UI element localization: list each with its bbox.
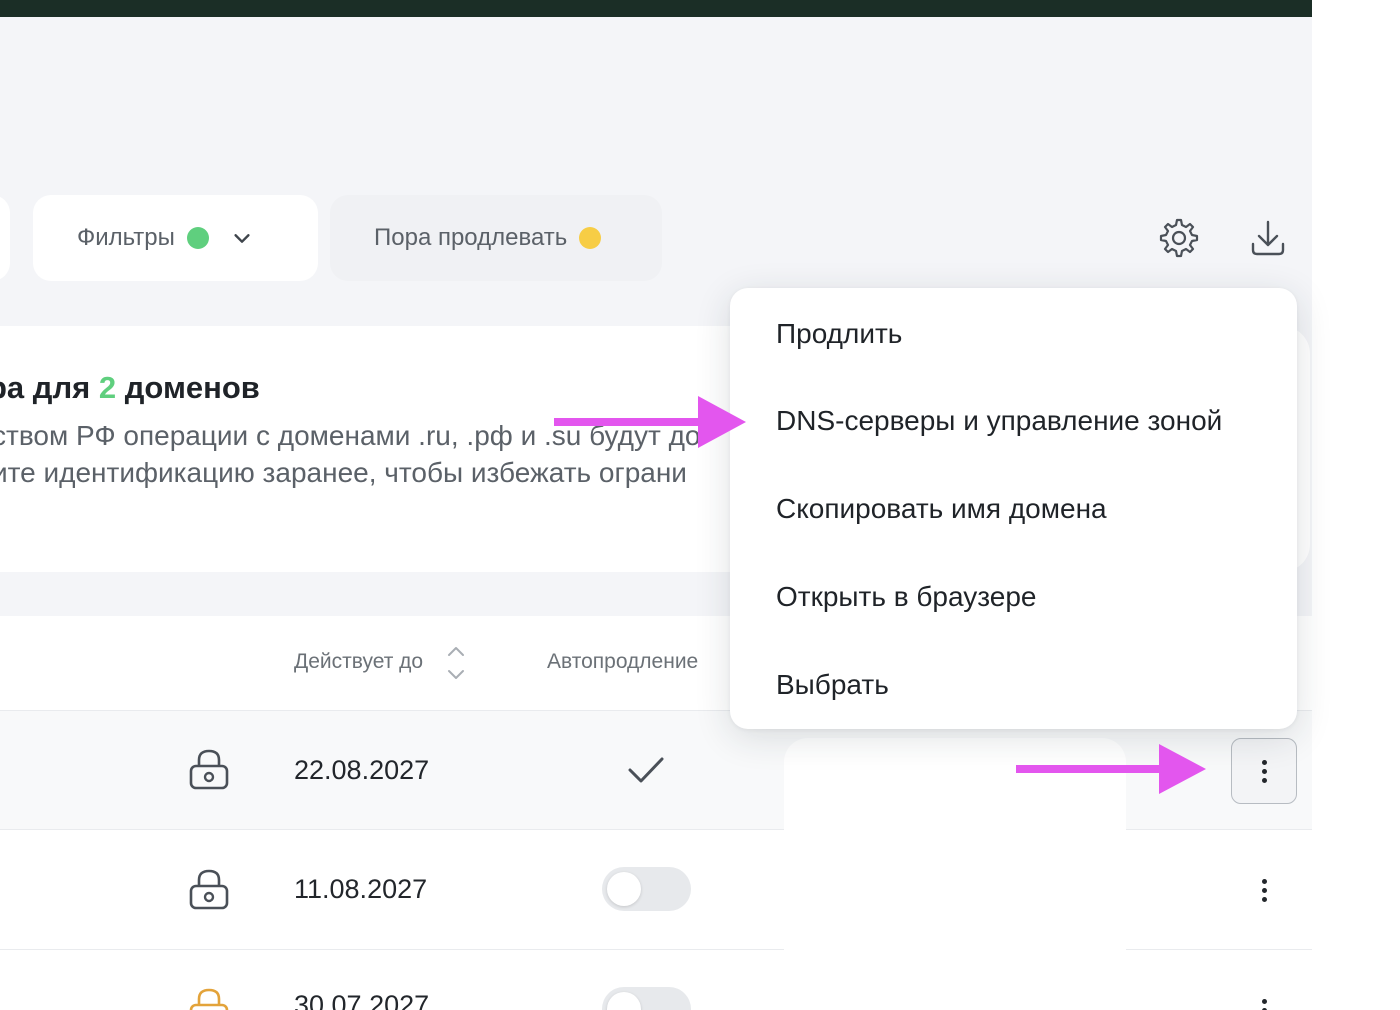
filters-button[interactable]: Фильтры	[33, 195, 318, 281]
more-actions-button[interactable]	[1231, 857, 1297, 923]
more-vertical-icon	[1261, 759, 1267, 783]
more-vertical-icon	[1261, 878, 1267, 902]
column-header-valid-until[interactable]: Действует до	[294, 650, 423, 674]
banner-title-prefix: ра для	[0, 370, 91, 405]
top-bar	[0, 0, 1312, 17]
chevron-down-icon	[234, 234, 250, 243]
more-actions-button[interactable]	[1231, 977, 1297, 1010]
arrow-right-icon	[554, 396, 746, 448]
more-actions-button-active[interactable]	[1231, 738, 1297, 804]
banner-title-count: 2	[98, 370, 117, 405]
autorenew-toggle[interactable]	[602, 987, 691, 1010]
toggle-knob	[607, 872, 641, 906]
autorenew-toggle[interactable]	[602, 867, 691, 911]
right-blank-strip	[1312, 0, 1400, 1010]
lock-open-icon	[189, 988, 229, 1010]
context-menu: Продлить DNS-серверы и управление зоной …	[730, 288, 1297, 729]
filters-label: Фильтры	[77, 224, 175, 251]
row-1-date: 22.08.2027	[294, 755, 430, 785]
toolbar-pill-cut[interactable]	[0, 195, 10, 281]
menu-item-dns[interactable]: DNS-серверы и управление зоной	[776, 405, 1222, 437]
check-icon	[628, 757, 664, 783]
download-icon[interactable]	[1246, 216, 1290, 260]
banner-title-suffix: доменов	[116, 370, 260, 405]
row-2-date: 11.08.2027	[294, 874, 428, 904]
sort-icon[interactable]	[446, 644, 466, 682]
menu-item-select[interactable]: Выбрать	[776, 669, 889, 701]
filters-active-dot-icon	[186, 227, 209, 249]
toggle-knob	[607, 992, 641, 1010]
renew-soon-label: Пора продлевать	[374, 224, 568, 251]
lock-icon	[189, 749, 229, 790]
lock-icon	[189, 869, 229, 910]
arrow-right-icon	[1016, 744, 1206, 794]
gear-icon[interactable]	[1157, 216, 1201, 260]
banner-text-line-2: ите идентификацию заранее, чтобы избежат…	[0, 457, 687, 488]
renew-soon-dot-icon	[579, 227, 602, 249]
column-header-autorenew[interactable]: Автопродление	[547, 650, 698, 674]
banner-title: ра для 2 доменов	[0, 370, 260, 406]
menu-item-open-browser[interactable]: Открыть в браузере	[776, 581, 1037, 613]
more-vertical-icon	[1261, 998, 1267, 1010]
menu-item-renew[interactable]: Продлить	[776, 318, 902, 350]
menu-item-copy-domain[interactable]: Скопировать имя домена	[776, 493, 1107, 525]
renew-soon-button[interactable]: Пора продлевать	[330, 195, 662, 281]
row-3-date: 30.07.2027	[294, 990, 430, 1010]
